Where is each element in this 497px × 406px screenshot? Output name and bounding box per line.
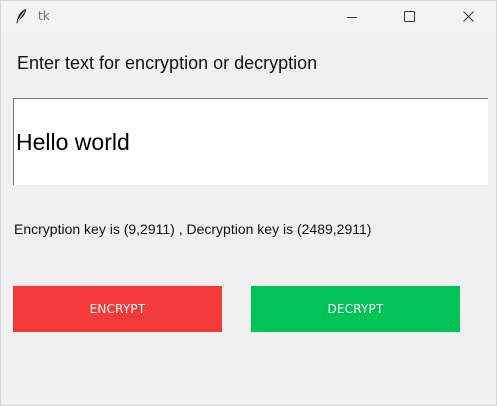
window-title: tk (38, 9, 50, 23)
close-button[interactable] (445, 1, 491, 32)
title-bar[interactable]: tk (1, 1, 496, 32)
minimize-button[interactable] (329, 1, 375, 32)
minimize-icon (347, 12, 357, 22)
close-icon (462, 11, 474, 22)
prompt-label: Enter text for encryption or decryption (17, 53, 318, 73)
app-window: tk Enter text for encryption or decrypti… (0, 0, 497, 406)
maximize-button[interactable] (386, 1, 432, 32)
encrypt-button[interactable]: ENCRYPT (13, 286, 222, 332)
maximize-icon (403, 11, 415, 22)
key-info-label: Encryption key is (9,2911) , Decryption … (14, 221, 372, 237)
text-input[interactable] (13, 98, 488, 185)
feather-icon (14, 8, 28, 24)
decrypt-button[interactable]: DECRYPT (251, 286, 460, 332)
